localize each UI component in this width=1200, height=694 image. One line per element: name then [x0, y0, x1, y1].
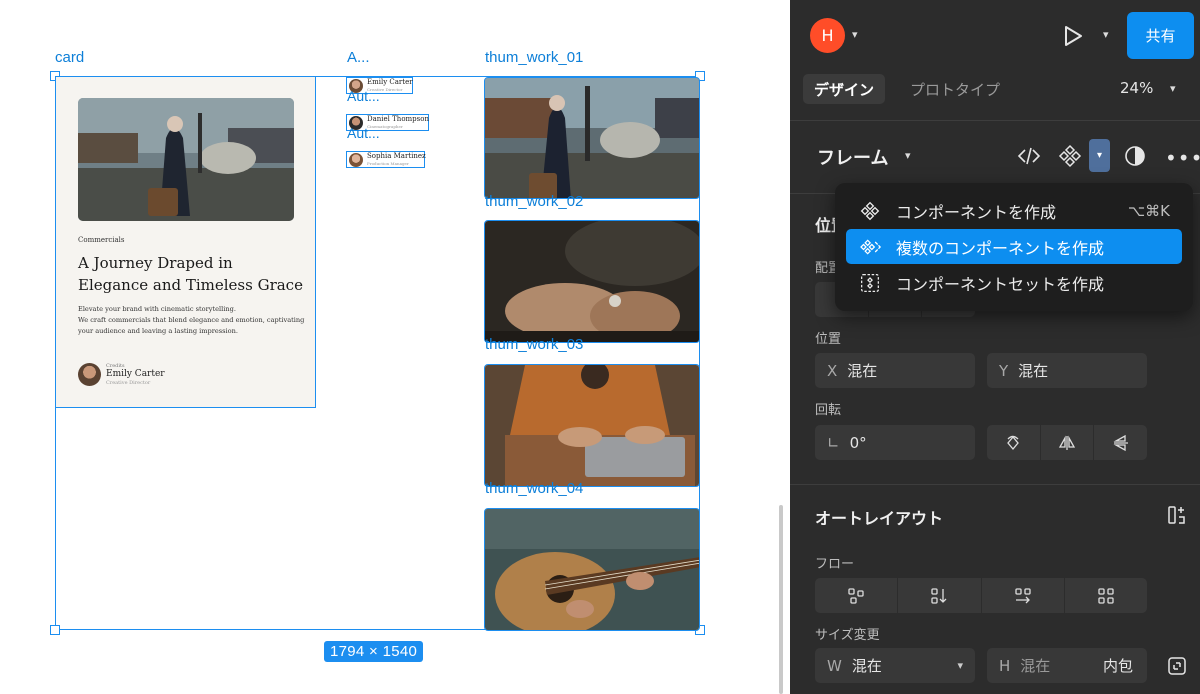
h-label: H [999, 656, 1011, 675]
resize-label: サイズ変更 [815, 628, 880, 643]
flow-label: フロー [815, 557, 855, 572]
h-mode[interactable]: 内包 [1103, 655, 1133, 676]
avatar [78, 363, 101, 386]
menu-item-shortcut: ⌥⌘K [1127, 201, 1170, 220]
component-menu: コンポーネントを作成 ⌥⌘K 複数のコンポーネントを作成 コンポーネントセットを… [835, 183, 1193, 311]
thumbnail-4[interactable] [484, 508, 700, 631]
angle-icon: ∟ [827, 433, 840, 452]
mask-icon[interactable] [1123, 144, 1147, 168]
credit-role: Creative Director [106, 380, 151, 386]
rotate-icon[interactable] [987, 425, 1041, 460]
card-frame[interactable]: Commercials A Journey Draped in Elegance… [55, 76, 316, 408]
card-hero-image [78, 98, 294, 221]
thumbnail-1[interactable] [484, 77, 700, 199]
thumbnail-3[interactable] [484, 364, 700, 487]
thumbnail-2[interactable] [484, 220, 700, 343]
avatar [349, 152, 363, 167]
position-label: 位置 [815, 332, 842, 347]
frame-label-card[interactable]: card [55, 49, 84, 66]
zoom-level[interactable]: 24% [1120, 79, 1153, 97]
more-icon[interactable]: ••• [1165, 146, 1200, 170]
component-icon [860, 201, 882, 221]
frame-label-thumb-3[interactable]: thum_work_03 [485, 336, 583, 353]
h-value: 混在 [1020, 657, 1051, 675]
chevron-down-icon[interactable]: ▾ [1170, 82, 1176, 95]
divider [790, 120, 1200, 121]
flow-freeform-icon[interactable] [815, 578, 899, 613]
component-dropdown-button[interactable]: ▾ [1089, 139, 1110, 172]
frame-label-thumb-1[interactable]: thum_work_01 [485, 49, 583, 66]
flip-vertical-icon[interactable] [1094, 425, 1147, 460]
tab-prototype[interactable]: プロトタイプ [899, 74, 1011, 104]
author-frame-3[interactable]: Sophia Martinez Production Manager [346, 151, 426, 168]
height-field[interactable]: H 混在 内包 [987, 648, 1147, 683]
x-field[interactable]: X 混在 [815, 353, 975, 388]
user-avatar[interactable]: H [810, 18, 845, 53]
author-layer-label[interactable]: Aut... [347, 88, 380, 104]
resize-handle-bottom-left[interactable] [50, 625, 60, 635]
width-field[interactable]: W 混在 ▾ [815, 648, 975, 683]
autolayout-title: オートレイアウト [815, 509, 944, 528]
transform-controls[interactable] [987, 425, 1147, 460]
chevron-down-icon[interactable]: ▾ [1103, 28, 1109, 41]
y-value: 混在 [1018, 362, 1049, 380]
menu-item-label: コンポーネントを作成 [896, 202, 1057, 222]
card-category: Commercials [78, 236, 125, 244]
rotation-field[interactable]: ∟ 0° [815, 425, 975, 460]
y-field[interactable]: Y 混在 [987, 353, 1147, 388]
menu-item-create-component[interactable]: コンポーネントを作成 ⌥⌘K [846, 193, 1182, 228]
author-layer-label[interactable]: Aut... [347, 125, 380, 141]
author-role: Production Manager [367, 160, 409, 166]
chevron-down-icon[interactable]: ▾ [905, 149, 911, 162]
rotation-label: 回転 [815, 403, 842, 418]
tab-design[interactable]: デザイン [803, 74, 886, 104]
flow-grid-icon[interactable] [1065, 578, 1147, 613]
flow-controls[interactable] [815, 578, 1147, 613]
x-value: 混在 [847, 362, 878, 380]
card-title: A Journey Draped in Elegance and Timeles… [78, 254, 303, 294]
component-set-icon [860, 273, 882, 293]
flow-horizontal-icon[interactable] [982, 578, 1065, 613]
menu-item-label: 複数のコンポーネントを作成 [896, 238, 1105, 258]
credit-name: Emily Carter [106, 369, 165, 379]
frame-label-thumb-4[interactable]: thum_work_04 [485, 480, 583, 497]
w-value: 混在 [851, 657, 882, 675]
menu-item-create-component-set[interactable]: コンポーネントセットを作成 [846, 265, 1182, 300]
properties-panel: H ▾ ▾ 共有 デザイン プロトタイプ 24% ▾ フレーム ▾ ▾ ••• … [790, 0, 1200, 694]
author-name: Sophia Martinez [367, 151, 426, 160]
design-canvas[interactable]: card A... thum_work_01 Commercials A Jou… [0, 0, 790, 694]
author-name: Daniel Thompson [367, 114, 429, 123]
flow-vertical-icon[interactable] [898, 578, 982, 613]
rotation-value: 0° [849, 433, 867, 452]
w-label: W [827, 656, 842, 675]
card-description: Elevate your brand with cinematic storyt… [78, 305, 305, 335]
add-autolayout-icon[interactable] [1166, 504, 1188, 526]
chevron-down-icon[interactable]: ▾ [852, 28, 858, 41]
frame-label-thumb-2[interactable]: thum_work_02 [485, 193, 583, 210]
component-icon[interactable] [1058, 144, 1082, 168]
divider [790, 484, 1200, 485]
card-credit: Credits Emily Carter Creative Director [78, 363, 165, 386]
y-label: Y [999, 361, 1009, 380]
chevron-down-icon[interactable]: ▾ [957, 659, 963, 672]
size-badge: 1794 × 1540 [324, 641, 424, 662]
menu-item-label: コンポーネントセットを作成 [896, 274, 1105, 294]
multiple-components-icon [860, 237, 882, 257]
resize-to-fit-icon[interactable] [1167, 656, 1187, 676]
menu-item-create-multiple-components[interactable]: 複数のコンポーネントを作成 [846, 229, 1182, 264]
canvas-scrollbar[interactable] [779, 505, 783, 694]
frame-label-author[interactable]: A... [347, 49, 370, 66]
frame-type-title[interactable]: フレーム [817, 144, 888, 170]
share-button[interactable]: 共有 [1127, 12, 1194, 59]
play-icon[interactable] [1062, 24, 1084, 48]
flip-horizontal-icon[interactable] [1041, 425, 1095, 460]
x-label: X [827, 361, 838, 380]
code-icon[interactable] [1017, 144, 1041, 168]
author-name: Emily Carter [367, 77, 413, 86]
